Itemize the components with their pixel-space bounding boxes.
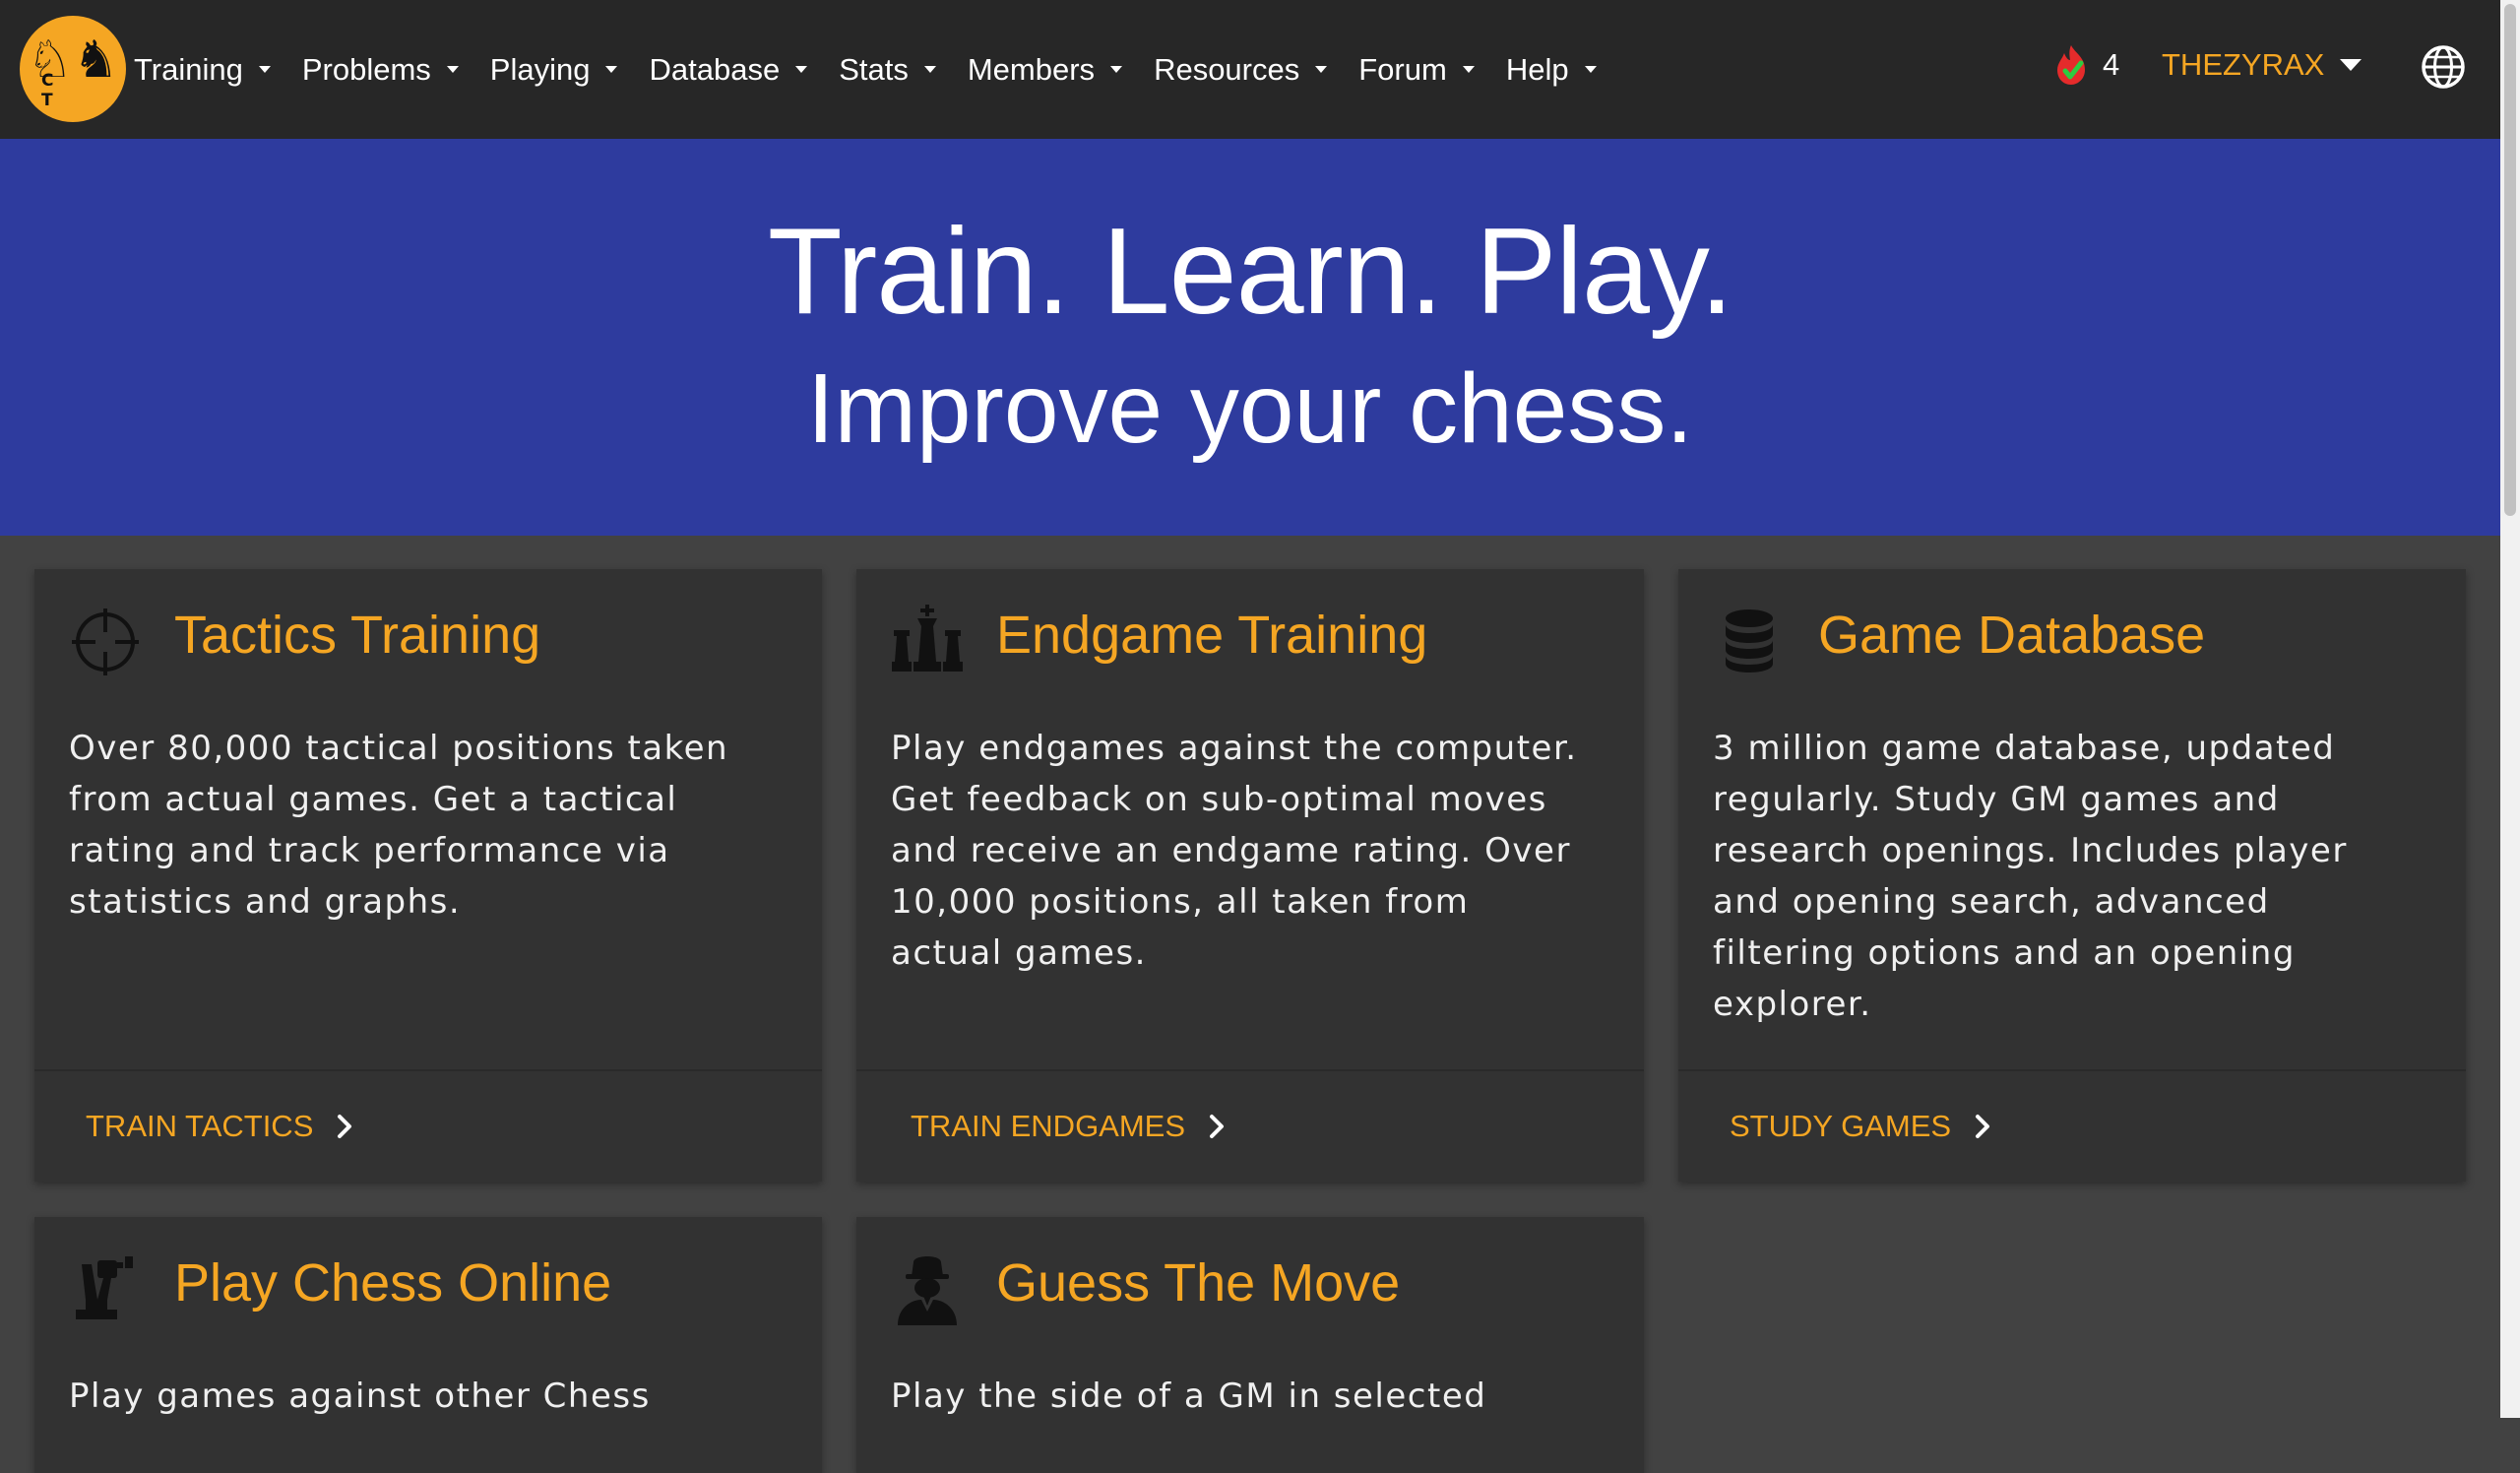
card-description: Over 80,000 tactical positions taken fro… — [69, 729, 729, 922]
caret-down-icon — [1584, 66, 1597, 73]
chevron-right-icon — [1976, 1115, 1990, 1138]
card-game-database: Game Database 3 million game database, u… — [1678, 569, 2466, 1182]
nav-forum[interactable]: Forum — [1358, 52, 1475, 88]
card-footer: TRAIN TACTICS — [34, 1069, 822, 1182]
username: THEZYRAX — [2162, 47, 2325, 82]
nav-forum-label: Forum — [1358, 51, 1447, 87]
caret-down-icon — [795, 66, 808, 73]
card-header: Endgame Training — [856, 569, 1644, 687]
card-header: Guess The Move — [856, 1217, 1644, 1335]
caret-down-icon — [446, 66, 459, 73]
nav-playing[interactable]: Playing — [490, 52, 618, 88]
globe-icon[interactable] — [2420, 43, 2467, 91]
nav-training[interactable]: Training — [134, 52, 271, 88]
nav-problems-label: Problems — [301, 51, 431, 87]
nav-database[interactable]: Database — [649, 51, 808, 88]
card-title: Endgame Training — [996, 606, 1428, 665]
nav-help-label: Help — [1505, 51, 1569, 87]
card-guess-the-move: Guess The Move Play the side of a GM in … — [856, 1217, 1644, 1473]
card-title: Play Chess Online — [174, 1253, 612, 1313]
card-description: Play the side of a GM in selected — [891, 1377, 1487, 1416]
caret-down-icon — [605, 66, 618, 73]
page-scrollbar[interactable] — [2500, 0, 2520, 1418]
nav-stats-label: Stats — [839, 51, 909, 87]
card-title: Tactics Training — [174, 606, 541, 665]
database-icon — [1726, 609, 1773, 672]
nav-training-label: Training — [134, 51, 243, 87]
card-link-label: TRAIN TACTICS — [86, 1109, 314, 1143]
nav-stats[interactable]: Stats — [839, 52, 936, 88]
caret-down-icon — [258, 66, 271, 73]
card-header: Game Database — [1678, 569, 2466, 687]
nav-members[interactable]: Members — [967, 51, 1123, 88]
nav-help[interactable]: Help — [1506, 52, 1597, 88]
scrollbar-thumb[interactable] — [2504, 4, 2516, 516]
card-header: Play Chess Online — [34, 1217, 822, 1335]
logo-letters: C T — [41, 71, 76, 110]
streak-flame-icon — [2057, 45, 2085, 85]
train-endgames-link[interactable]: TRAIN ENDGAMES — [911, 1109, 1225, 1144]
streak-indicator[interactable]: 4 — [2051, 43, 2119, 87]
card-title: Game Database — [1818, 606, 2206, 665]
user-menu[interactable]: THEZYRAX — [2162, 47, 2362, 83]
caret-down-icon — [2340, 59, 2362, 71]
hero-subtitle: Improve your chess. — [806, 353, 1694, 464]
top-navbar: ♘♞ C T Training Problems Playing Databas… — [0, 0, 2500, 139]
nav-resources[interactable]: Resources — [1154, 51, 1328, 88]
nav-database-label: Database — [649, 51, 781, 87]
card-title: Guess The Move — [996, 1253, 1401, 1313]
card-footer: TRAIN ENDGAMES — [856, 1069, 1644, 1182]
user-secret-icon — [898, 1256, 957, 1325]
crosshair-icon — [72, 608, 139, 675]
card-endgame-training: Endgame Training Play endgames against t… — [856, 569, 1644, 1182]
nav-problems[interactable]: Problems — [302, 52, 459, 88]
train-tactics-link[interactable]: TRAIN TACTICS — [86, 1109, 352, 1144]
caret-down-icon — [1315, 66, 1328, 73]
caret-down-icon — [1462, 66, 1475, 73]
caret-down-icon — [923, 66, 936, 73]
card-footer: STUDY GAMES — [1678, 1069, 2466, 1182]
chess-robot-icon — [76, 1256, 133, 1319]
chess-pieces-icon — [892, 605, 963, 672]
card-tactics-training: Tactics Training Over 80,000 tactical po… — [34, 569, 822, 1182]
nav-resources-label: Resources — [1154, 51, 1300, 87]
streak-count: 4 — [2103, 47, 2120, 82]
card-description: Play endgames against the computer. Get … — [891, 729, 1578, 973]
hero-title: Train. Learn. Play. — [767, 204, 1733, 340]
site-logo[interactable]: ♘♞ C T — [20, 16, 126, 122]
nav-members-label: Members — [967, 51, 1096, 87]
card-description: 3 million game database, updated regular… — [1713, 729, 2348, 1024]
card-link-label: STUDY GAMES — [1730, 1109, 1952, 1143]
chevron-right-icon — [1210, 1115, 1225, 1138]
hero-banner: Train. Learn. Play. Improve your chess. — [0, 139, 2500, 536]
card-header: Tactics Training — [34, 569, 822, 687]
main-menu: Training Problems Playing Database Stats… — [134, 0, 1628, 139]
caret-down-icon — [1110, 66, 1123, 73]
study-games-link[interactable]: STUDY GAMES — [1730, 1109, 1990, 1144]
card-link-label: TRAIN ENDGAMES — [911, 1109, 1186, 1143]
chevron-right-icon — [338, 1115, 352, 1138]
nav-playing-label: Playing — [489, 51, 591, 87]
card-description: Play games against other Chess — [69, 1377, 651, 1416]
card-play-chess-online: Play Chess Online Play games against oth… — [34, 1217, 822, 1473]
